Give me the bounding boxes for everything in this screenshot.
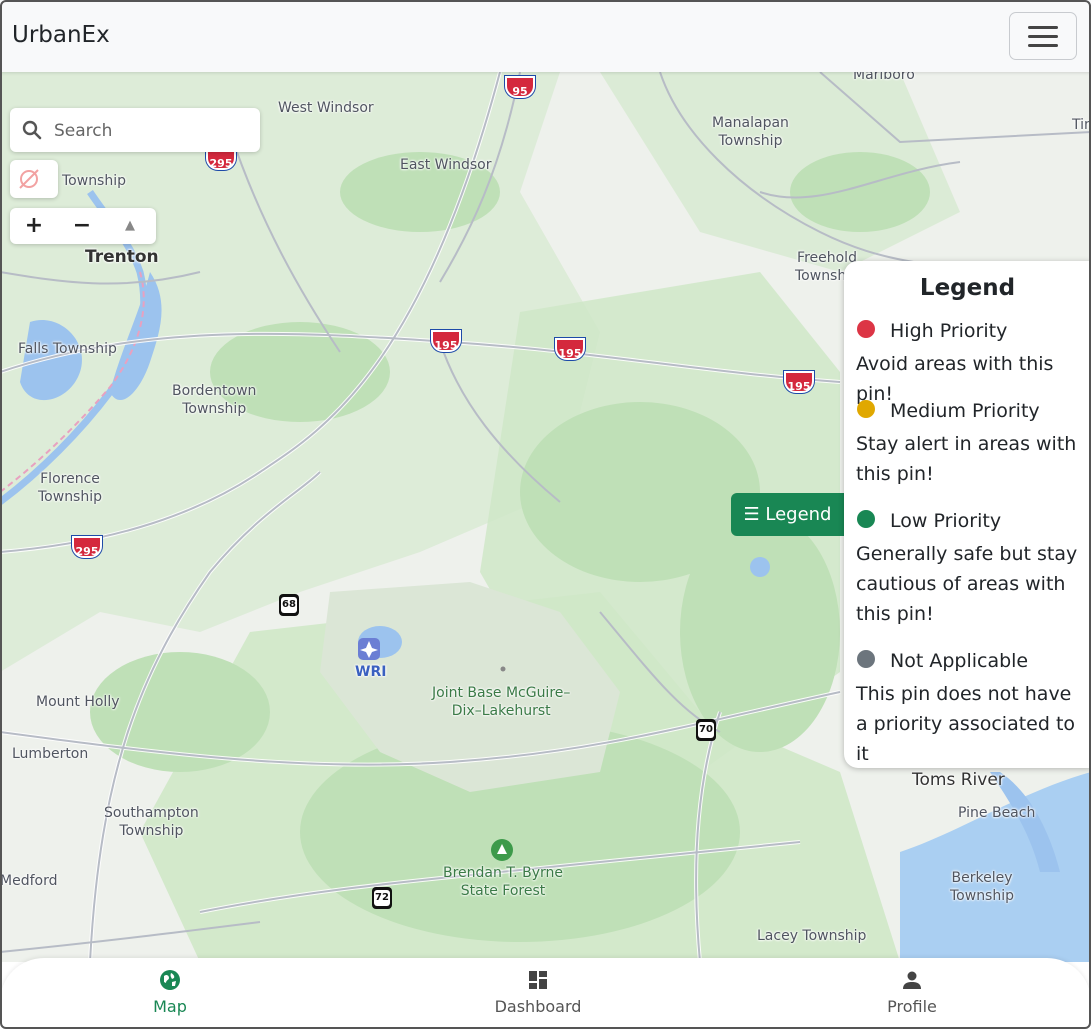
compass-button[interactable]: ▲ xyxy=(106,208,154,244)
place-label: Marlboro xyxy=(853,72,915,83)
legend-item-label: Medium Priority xyxy=(890,400,1040,422)
legend-item-high: High Priority Avoid areas with this pin! xyxy=(856,319,1086,409)
place-label: Mount Holly xyxy=(36,694,120,710)
legend-item-desc: This pin does not have a priority associ… xyxy=(856,683,1076,765)
nav-item-map[interactable]: Map xyxy=(60,958,280,1029)
place-label: Joint Base McGuire– Dix–Lakehurst xyxy=(432,685,571,719)
legend-title: Legend xyxy=(919,275,1016,301)
legend-item-na: Not Applicable This pin does not have a … xyxy=(856,649,1086,769)
zoom-in-button[interactable]: + xyxy=(10,208,58,244)
place-label: Pine Beach xyxy=(958,805,1036,821)
person-icon xyxy=(903,971,921,989)
green-dot-icon xyxy=(857,510,875,528)
hamburger-icon-bar xyxy=(1028,35,1058,38)
zoom-controls: + − ▲ xyxy=(10,208,156,244)
app-title[interactable]: UrbanEx xyxy=(12,22,110,48)
place-label: Florence Township xyxy=(38,471,103,505)
gray-dot-icon xyxy=(857,650,875,668)
legend-item-desc: Stay alert in areas with this pin! xyxy=(856,433,1077,485)
nav-item-label: Profile xyxy=(887,997,937,1016)
route-shield: 70 xyxy=(696,719,716,741)
place-label: Lacey Township xyxy=(757,928,867,944)
menu-toggle-button[interactable] xyxy=(1009,12,1077,60)
place-label: Brendan T. Byrne State Forest xyxy=(443,865,564,899)
route-shield: 72 xyxy=(372,887,392,909)
nav-item-profile[interactable]: Profile xyxy=(802,958,1022,1029)
dashboard-icon xyxy=(529,971,547,989)
legend-item-medium: Medium Priority Stay alert in areas with… xyxy=(856,399,1086,489)
route-shield: 68 xyxy=(279,594,299,616)
place-label: Trenton xyxy=(85,247,159,267)
place-label: Toms River xyxy=(912,770,1005,790)
interstate-shield: 195 xyxy=(784,371,814,393)
legend-item-desc: Generally safe but stay cautious of area… xyxy=(856,543,1078,625)
place-label: East Windsor xyxy=(400,157,492,173)
search-icon xyxy=(22,120,42,140)
legend-panel: Legend High Priority Avoid areas with th… xyxy=(844,261,1091,768)
place-label: West Windsor xyxy=(278,100,374,116)
legend-item-label: Not Applicable xyxy=(890,650,1029,672)
place-label: Falls Township xyxy=(18,341,117,357)
place-label: Southampton Township xyxy=(104,805,199,839)
interstate-shield: 95 xyxy=(505,76,535,98)
interstate-shield: 295 xyxy=(72,536,102,558)
zoom-out-button[interactable]: − xyxy=(58,208,106,244)
map-search-box xyxy=(10,108,260,152)
legend-toggle-button[interactable]: ☰ Legend xyxy=(731,493,844,536)
bottom-navigation: Map Dashboard Profile xyxy=(0,958,1091,1029)
red-dot-icon xyxy=(857,320,875,338)
place-label: Bordentown Township xyxy=(172,383,257,417)
top-navbar: UrbanEx xyxy=(0,0,1091,72)
place-label: Manalapan Township xyxy=(712,115,789,149)
place-label: Medford xyxy=(0,873,58,889)
hamburger-icon xyxy=(1028,26,1058,29)
nav-item-label: Map xyxy=(153,997,187,1016)
hamburger-icon-bar xyxy=(1028,44,1058,47)
interstate-shield: 195 xyxy=(555,338,585,360)
place-label: WRI xyxy=(355,664,387,680)
geolocate-button[interactable] xyxy=(10,160,58,198)
nav-item-dashboard[interactable]: Dashboard xyxy=(428,958,648,1029)
place-label: Township xyxy=(62,173,127,189)
globe-icon xyxy=(160,970,180,990)
yellow-dot-icon xyxy=(857,400,875,418)
place-label: Berkeley Township xyxy=(950,870,1015,904)
nav-item-label: Dashboard xyxy=(494,997,582,1016)
legend-item-label: Low Priority xyxy=(890,510,1002,532)
search-input[interactable] xyxy=(52,116,256,146)
interstate-shield: 195 xyxy=(431,330,461,352)
legend-item-low: Low Priority Generally safe but stay cau… xyxy=(856,509,1086,629)
location-off-icon xyxy=(19,169,39,189)
place-label: Lumberton xyxy=(12,746,89,762)
legend-item-label: High Priority xyxy=(890,320,1008,342)
place-label: Tin xyxy=(1072,117,1091,133)
